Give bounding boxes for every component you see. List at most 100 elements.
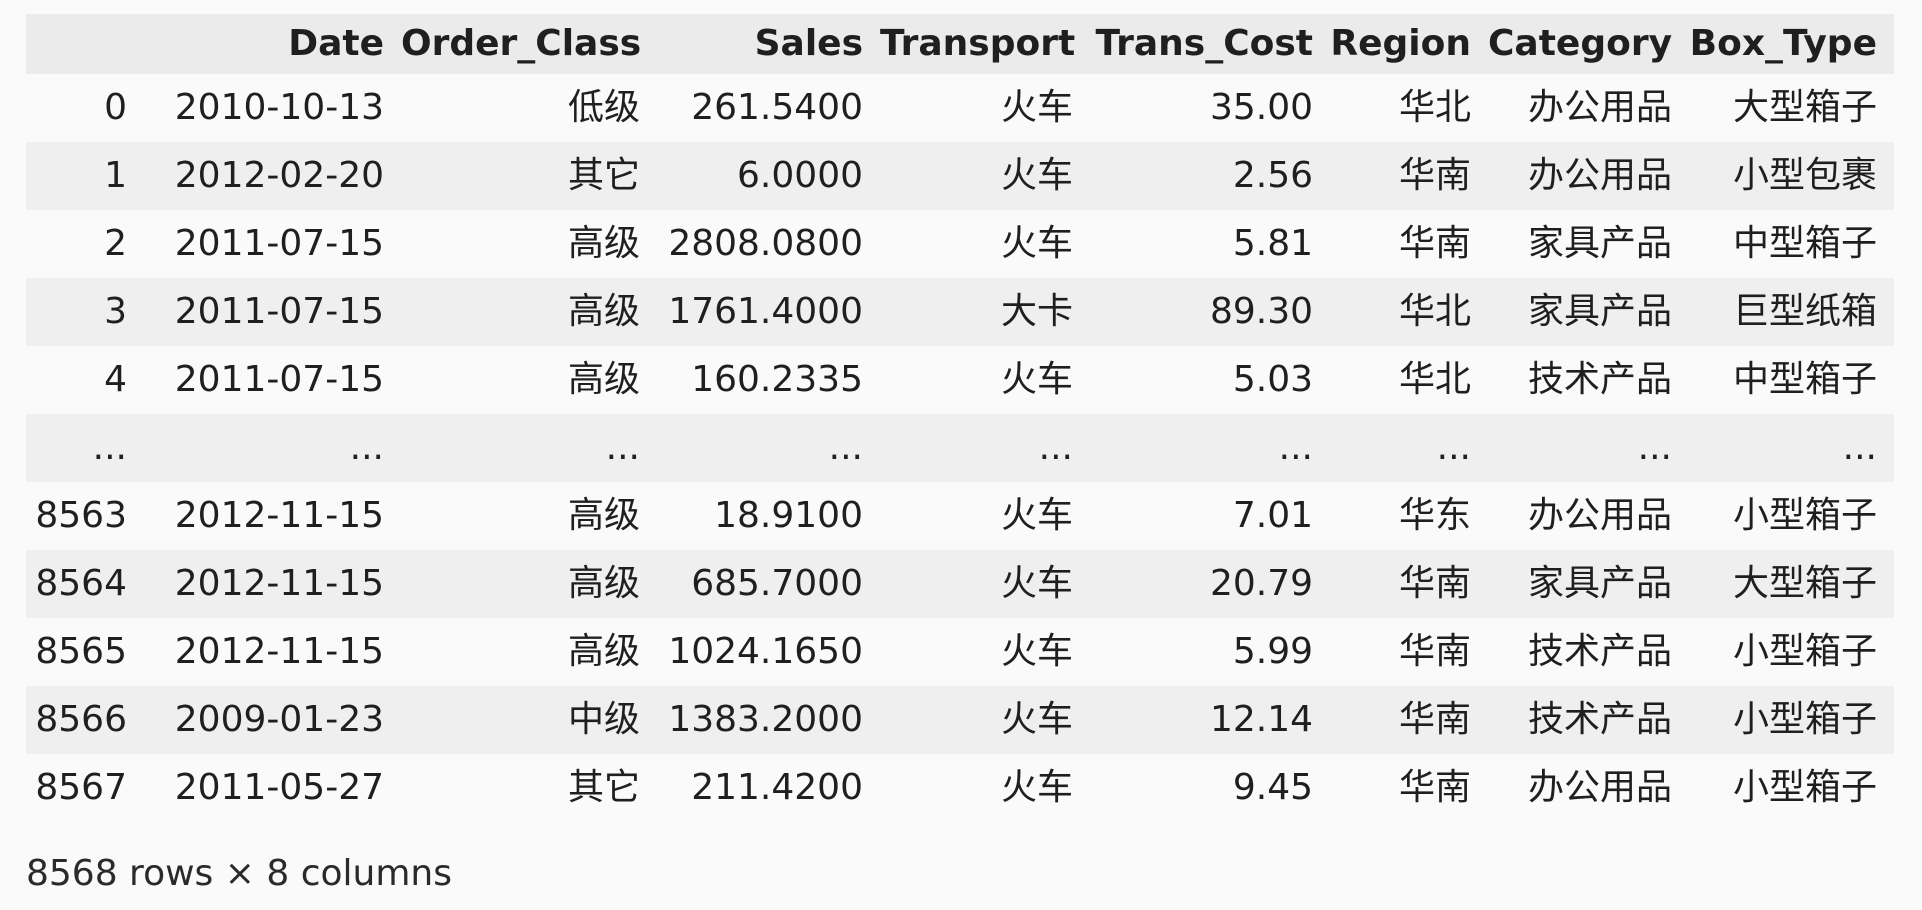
cell-category: 办公用品 (1527, 767, 1672, 808)
cell-date: 2012-11-15 (174, 631, 384, 672)
cell-transport: 火车 (1000, 767, 1073, 808)
header-trans-cost: Trans_Cost (1090, 14, 1330, 74)
cell-trans-cost: 5.99 (1232, 631, 1313, 672)
cell-transport: 火车 (1000, 87, 1073, 128)
cell-transport: 大卡 (1000, 291, 1073, 332)
cell-trans-cost: 12.14 (1209, 699, 1313, 740)
row-index: 0 (104, 87, 127, 128)
header-date: Date (144, 14, 401, 74)
cell-region: 华北 (1398, 87, 1471, 128)
cell-date: 2012-11-15 (174, 495, 384, 536)
row-index: 8565 (35, 631, 127, 672)
table-row: 8564 2012-11-15 高级 685.7000 火车 20.79 华南 … (26, 550, 1894, 618)
cell-trans-cost: 7.01 (1232, 495, 1313, 536)
cell-date: 2011-05-27 (174, 767, 384, 808)
row-index: 8563 (35, 495, 127, 536)
cell-box-type: 小型箱子 (1732, 495, 1877, 536)
table-row: 0 2010-10-13 低级 261.5400 火车 35.00 华北 办公用… (26, 74, 1894, 142)
table-header: Date Order_Class Sales Transport Trans_C… (26, 14, 1894, 74)
cell-order-class: 高级 (567, 223, 640, 264)
cell-category: 办公用品 (1527, 495, 1672, 536)
cell-transport: 火车 (1000, 563, 1073, 604)
dataframe-shape-note: 8568 rows × 8 columns (26, 853, 452, 894)
cell-region: 华南 (1398, 223, 1471, 264)
cell-date: 2012-11-15 (174, 563, 384, 604)
cell-date: 2011-07-15 (174, 223, 384, 264)
header-transport: Transport (880, 14, 1090, 74)
cell-region: 华南 (1398, 155, 1471, 196)
cell-sales: 1761.4000 (668, 291, 863, 332)
cell-box-type: 小型箱子 (1732, 699, 1877, 740)
row-index: 8567 (35, 767, 127, 808)
cell-box-type: 大型箱子 (1732, 563, 1877, 604)
table-body: 0 2010-10-13 低级 261.5400 火车 35.00 华北 办公用… (26, 74, 1894, 822)
header-order-class: Order_Class (401, 14, 657, 74)
cell-category: 技术产品 (1527, 699, 1672, 740)
cell-sales: 160.2335 (691, 359, 863, 400)
dataframe-table: Date Order_Class Sales Transport Trans_C… (26, 14, 1894, 822)
cell-order-class: 其它 (567, 767, 640, 808)
cell-sales: 261.5400 (691, 87, 863, 128)
header-index (26, 14, 144, 74)
cell-ellipsis: ... (349, 427, 384, 468)
cell-trans-cost: 9.45 (1232, 767, 1313, 808)
cell-date: 2012-02-20 (174, 155, 384, 196)
cell-transport: 火车 (1000, 631, 1073, 672)
dataframe-output: Date Order_Class Sales Transport Trans_C… (26, 14, 1894, 822)
cell-ellipsis: ... (1278, 427, 1313, 468)
cell-sales: 211.4200 (691, 767, 863, 808)
row-index: 2 (104, 223, 127, 264)
table-row: 8566 2009-01-23 中级 1383.2000 火车 12.14 华南… (26, 686, 1894, 754)
cell-box-type: 巨型纸箱 (1732, 291, 1877, 332)
cell-ellipsis: ... (828, 427, 863, 468)
cell-category: 家具产品 (1527, 291, 1672, 332)
cell-region: 华南 (1398, 631, 1471, 672)
table-row: 8567 2011-05-27 其它 211.4200 火车 9.45 华南 办… (26, 754, 1894, 822)
row-index: 8564 (35, 563, 127, 604)
header-box-type: Box_Type (1689, 14, 1894, 74)
cell-transport: 火车 (1000, 699, 1073, 740)
cell-sales: 2808.0800 (668, 223, 863, 264)
table-row: 1 2012-02-20 其它 6.0000 火车 2.56 华南 办公用品 小… (26, 142, 1894, 210)
table-row: 8563 2012-11-15 高级 18.9100 火车 7.01 华东 办公… (26, 482, 1894, 550)
cell-category: 家具产品 (1527, 223, 1672, 264)
cell-order-class: 高级 (567, 563, 640, 604)
cell-ellipsis: ... (1038, 427, 1073, 468)
row-index: 1 (104, 155, 127, 196)
table-row: 8565 2012-11-15 高级 1024.1650 火车 5.99 华南 … (26, 618, 1894, 686)
table-row: 4 2011-07-15 高级 160.2335 火车 5.03 华北 技术产品… (26, 346, 1894, 414)
cell-category: 办公用品 (1527, 155, 1672, 196)
cell-category: 技术产品 (1527, 359, 1672, 400)
cell-region: 华南 (1398, 563, 1471, 604)
header-row: Date Order_Class Sales Transport Trans_C… (26, 14, 1894, 74)
cell-ellipsis: ... (1842, 427, 1877, 468)
cell-transport: 火车 (1000, 359, 1073, 400)
cell-region: 华北 (1398, 291, 1471, 332)
cell-date: 2011-07-15 (174, 291, 384, 332)
cell-box-type: 中型箱子 (1732, 223, 1877, 264)
cell-ellipsis: ... (1436, 427, 1471, 468)
row-index: 3 (104, 291, 127, 332)
header-category: Category (1488, 14, 1689, 74)
cell-transport: 火车 (1000, 155, 1073, 196)
cell-box-type: 小型包裹 (1732, 155, 1877, 196)
cell-trans-cost: 2.56 (1232, 155, 1313, 196)
cell-box-type: 小型箱子 (1732, 631, 1877, 672)
cell-category: 技术产品 (1527, 631, 1672, 672)
cell-category: 办公用品 (1527, 87, 1672, 128)
cell-region: 华北 (1398, 359, 1471, 400)
cell-order-class: 高级 (567, 631, 640, 672)
cell-ellipsis: ... (1637, 427, 1672, 468)
cell-trans-cost: 20.79 (1209, 563, 1313, 604)
cell-date: 2009-01-23 (174, 699, 384, 740)
cell-order-class: 高级 (567, 495, 640, 536)
cell-sales: 1024.1650 (668, 631, 863, 672)
cell-sales: 1383.2000 (668, 699, 863, 740)
cell-region: 华东 (1398, 495, 1471, 536)
cell-sales: 685.7000 (691, 563, 863, 604)
row-index: 8566 (35, 699, 127, 740)
cell-date: 2010-10-13 (174, 87, 384, 128)
cell-order-class: 其它 (567, 155, 640, 196)
cell-box-type: 小型箱子 (1732, 767, 1877, 808)
cell-region: 华南 (1398, 767, 1471, 808)
